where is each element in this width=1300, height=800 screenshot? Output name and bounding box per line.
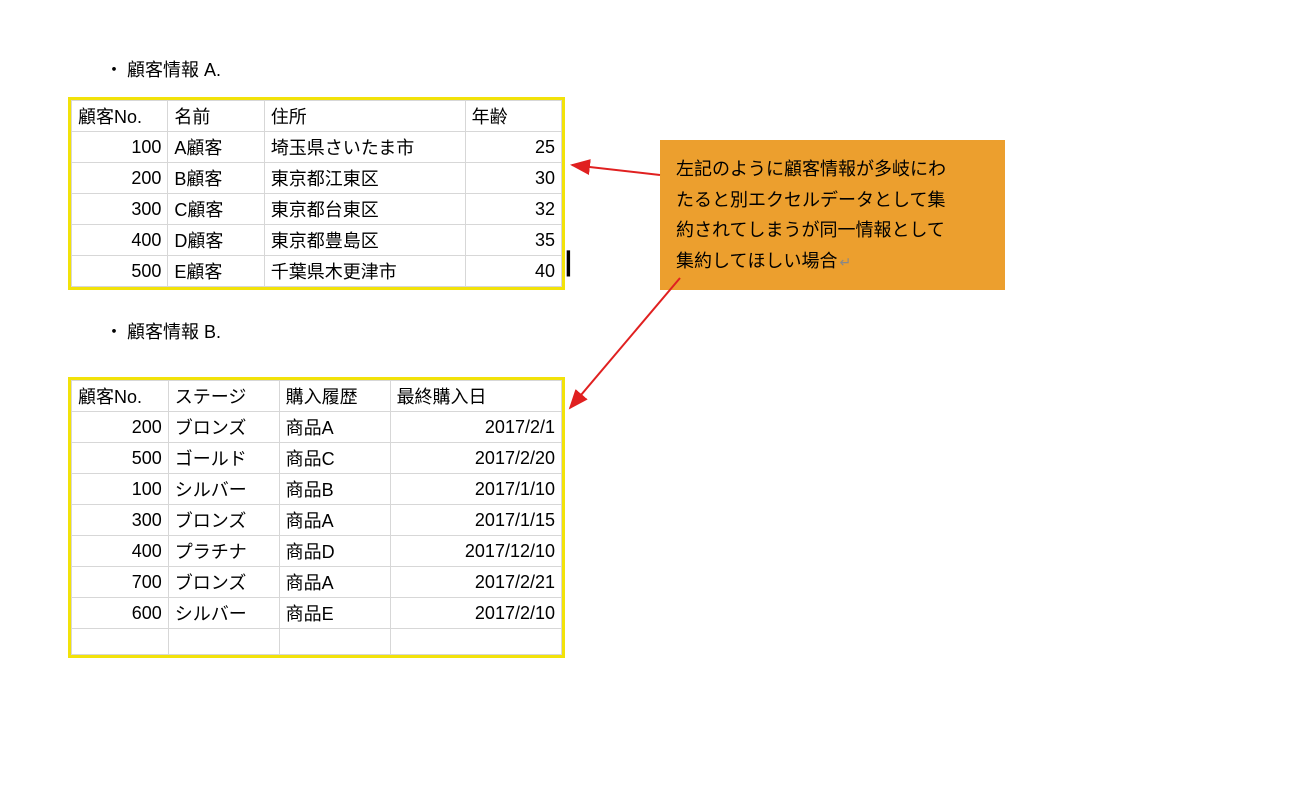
- table-row: 400 プラチナ 商品D 2017/12/10: [72, 536, 562, 567]
- cell-empty: [279, 629, 390, 655]
- table-row: 700 ブロンズ 商品A 2017/2/21: [72, 567, 562, 598]
- cell-addr: 東京都江東区: [264, 163, 465, 194]
- table-row-empty: [72, 629, 562, 655]
- cell-stage: ゴールド: [168, 443, 279, 474]
- cell-age: 30: [465, 163, 561, 194]
- cell-stage: ブロンズ: [168, 505, 279, 536]
- table-a-h0: 顧客No.: [72, 101, 168, 132]
- cell-age: 25: [465, 132, 561, 163]
- cell-date: 2017/1/10: [390, 474, 561, 505]
- callout-box: 左記のように顧客情報が多岐にわ たると別エクセルデータとして集 約されてしまうが…: [660, 140, 1005, 290]
- cell-no: 100: [72, 132, 168, 163]
- bullet-b: ・: [105, 322, 123, 342]
- callout-line1: 左記のように顧客情報が多岐にわ: [676, 154, 989, 185]
- cell-name: E顧客: [168, 256, 264, 287]
- cell-addr: 千葉県木更津市: [264, 256, 465, 287]
- return-mark-icon: ↵: [839, 254, 851, 270]
- cell-no: 400: [72, 536, 169, 567]
- cell-no: 600: [72, 598, 169, 629]
- cell-stage: シルバー: [168, 474, 279, 505]
- cell-stage: ブロンズ: [168, 567, 279, 598]
- cell-hist: 商品A: [279, 567, 390, 598]
- arrow-to-table-a: [572, 165, 660, 175]
- callout-line2: たると別エクセルデータとして集: [676, 185, 989, 216]
- cell-age: 35: [465, 225, 561, 256]
- cell-no: 500: [72, 256, 168, 287]
- cell-empty: [168, 629, 279, 655]
- cell-hist: 商品E: [279, 598, 390, 629]
- table-row: 300 C顧客 東京都台東区 32: [72, 194, 562, 225]
- cell-addr: 埼玉県さいたま市: [264, 132, 465, 163]
- cell-hist: 商品A: [279, 412, 390, 443]
- cell-no: 400: [72, 225, 168, 256]
- cell-empty: [390, 629, 561, 655]
- cell-name: D顧客: [168, 225, 264, 256]
- cell-no: 700: [72, 567, 169, 598]
- table-row: 500 ゴールド 商品C 2017/2/20: [72, 443, 562, 474]
- table-b-h0: 顧客No.: [72, 381, 169, 412]
- cell-no: 500: [72, 443, 169, 474]
- caption-a-text: 顧客情報 A.: [127, 60, 221, 80]
- table-a-wrap: 顧客No. 名前 住所 年齢 100 A顧客 埼玉県さいたま市 25 200 B…: [68, 97, 565, 290]
- cell-hist: 商品D: [279, 536, 390, 567]
- cell-no: 300: [72, 505, 169, 536]
- cell-hist: 商品B: [279, 474, 390, 505]
- cell-date: 2017/2/21: [390, 567, 561, 598]
- cell-no: 200: [72, 163, 168, 194]
- cell-name: A顧客: [168, 132, 264, 163]
- table-b-h1: ステージ: [168, 381, 279, 412]
- caption-table-a: ・顧客情報 A.: [105, 56, 221, 82]
- table-a-h3: 年齢: [465, 101, 561, 132]
- cell-age: 40: [465, 256, 561, 287]
- caption-b-text: 顧客情報 B.: [127, 322, 221, 342]
- cell-no: 300: [72, 194, 168, 225]
- cell-name: C顧客: [168, 194, 264, 225]
- table-b-wrap: 顧客No. ステージ 購入履歴 最終購入日 200 ブロンズ 商品A 2017/…: [68, 377, 565, 658]
- table-a-header-row: 顧客No. 名前 住所 年齢: [72, 101, 562, 132]
- cell-name: B顧客: [168, 163, 264, 194]
- table-row: 600 シルバー 商品E 2017/2/10: [72, 598, 562, 629]
- table-a-h2: 住所: [264, 101, 465, 132]
- cell-date: 2017/2/10: [390, 598, 561, 629]
- caption-table-b: ・顧客情報 B.: [105, 318, 221, 344]
- table-row: 400 D顧客 東京都豊島区 35: [72, 225, 562, 256]
- cell-stage: ブロンズ: [168, 412, 279, 443]
- cell-date: 2017/2/1: [390, 412, 561, 443]
- bullet-a: ・: [105, 60, 123, 80]
- table-row: 200 B顧客 東京都江東区 30: [72, 163, 562, 194]
- text-cursor-mark: ▎: [567, 252, 580, 277]
- cell-addr: 東京都台東区: [264, 194, 465, 225]
- cell-date: 2017/12/10: [390, 536, 561, 567]
- cell-no: 200: [72, 412, 169, 443]
- cell-date: 2017/1/15: [390, 505, 561, 536]
- table-row: 200 ブロンズ 商品A 2017/2/1: [72, 412, 562, 443]
- cell-hist: 商品C: [279, 443, 390, 474]
- cell-stage: シルバー: [168, 598, 279, 629]
- table-a-h1: 名前: [168, 101, 264, 132]
- cell-age: 32: [465, 194, 561, 225]
- table-b-h2: 購入履歴: [279, 381, 390, 412]
- cell-hist: 商品A: [279, 505, 390, 536]
- cell-addr: 東京都豊島区: [264, 225, 465, 256]
- table-b: 顧客No. ステージ 購入履歴 最終購入日 200 ブロンズ 商品A 2017/…: [71, 380, 562, 655]
- table-row: 100 A顧客 埼玉県さいたま市 25: [72, 132, 562, 163]
- table-row: 300 ブロンズ 商品A 2017/1/15: [72, 505, 562, 536]
- cell-no: 100: [72, 474, 169, 505]
- table-row: 500 E顧客 千葉県木更津市 40: [72, 256, 562, 287]
- cell-empty: [72, 629, 169, 655]
- table-b-header-row: 顧客No. ステージ 購入履歴 最終購入日: [72, 381, 562, 412]
- cell-stage: プラチナ: [168, 536, 279, 567]
- callout-line4-text: 集約してほしい場合: [676, 251, 837, 271]
- callout-line3: 約されてしまうが同一情報として: [676, 215, 989, 246]
- arrow-to-table-b: [570, 278, 680, 408]
- table-row: 100 シルバー 商品B 2017/1/10: [72, 474, 562, 505]
- callout-line4: 集約してほしい場合↵: [676, 246, 989, 277]
- table-a: 顧客No. 名前 住所 年齢 100 A顧客 埼玉県さいたま市 25 200 B…: [71, 100, 562, 287]
- table-b-h3: 最終購入日: [390, 381, 561, 412]
- cell-date: 2017/2/20: [390, 443, 561, 474]
